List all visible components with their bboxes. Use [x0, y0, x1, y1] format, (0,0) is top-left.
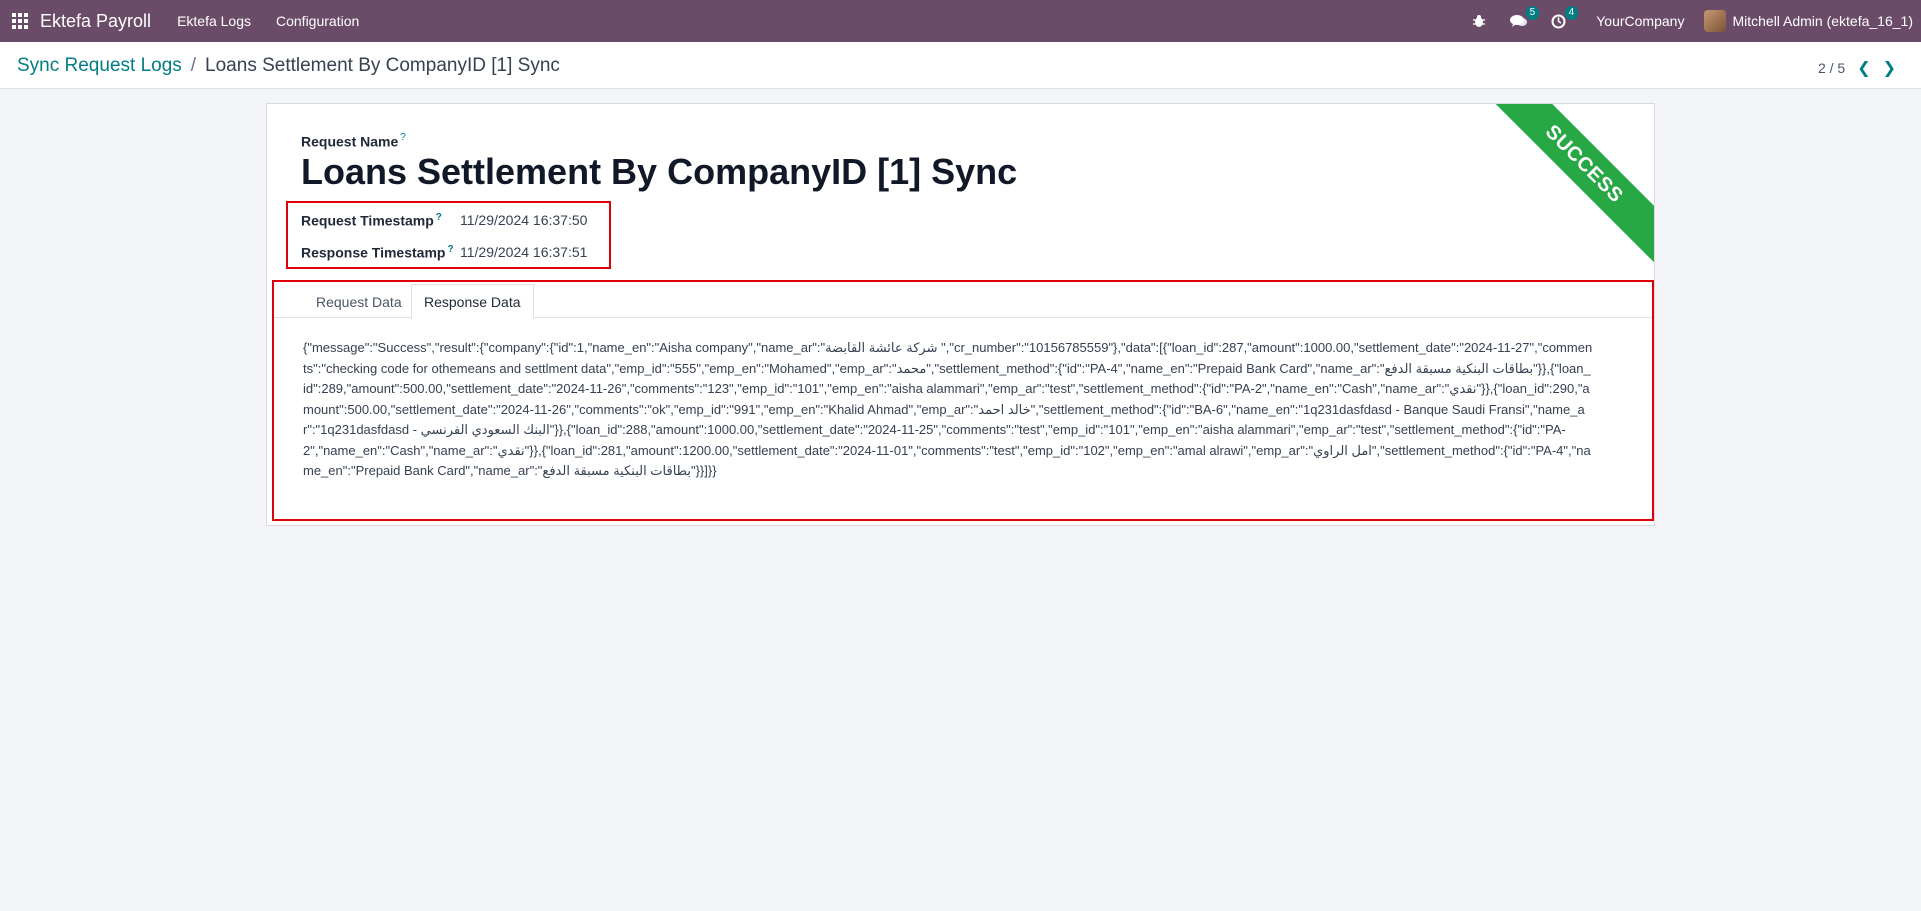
- top-navbar: Ektefa Payroll Ektefa Logs Configuration…: [0, 0, 1921, 42]
- record-title: Loans Settlement By CompanyID [1] Sync: [301, 151, 1018, 192]
- request-timestamp-row: Request Timestamp? 11/29/2024 16:37:50: [301, 212, 587, 229]
- request-timestamp-value: 11/29/2024 16:37:50: [460, 212, 588, 229]
- messages-badge: 5: [1525, 6, 1540, 20]
- menu-configuration[interactable]: Configuration: [276, 13, 359, 29]
- navbar-systray: 5 4 YourCompany Mitchell Admin (ektefa_1…: [1472, 0, 1921, 42]
- tab-request-data[interactable]: Request Data: [304, 284, 414, 319]
- help-tooltip-icon[interactable]: ?: [436, 212, 442, 223]
- pager-value[interactable]: 2 / 5: [1818, 60, 1845, 76]
- notebook-tabs: Request Data Response Data: [274, 282, 1652, 319]
- breadcrumb: Sync Request Logs / Loans Settlement By …: [17, 55, 560, 77]
- chat-bubbles-icon[interactable]: 5: [1510, 6, 1540, 28]
- request-timestamp-label: Request Timestamp?: [301, 212, 442, 229]
- user-menu[interactable]: Mitchell Admin (ektefa_16_1): [1732, 13, 1913, 29]
- breadcrumb-separator: /: [190, 55, 197, 76]
- response-data-text: {"message":"Success","result":{"company"…: [303, 340, 1593, 478]
- pager: 2 / 5 ❮ ❯: [1818, 58, 1896, 78]
- company-switcher[interactable]: YourCompany: [1596, 13, 1684, 29]
- breadcrumb-sync-request-logs[interactable]: Sync Request Logs: [17, 55, 182, 77]
- data-tabs-highlight: Request Data Response Data {"message":"S…: [272, 280, 1654, 521]
- menu-ektefa-logs[interactable]: Ektefa Logs: [177, 13, 251, 29]
- request-name-label: Request Name?: [301, 132, 406, 150]
- breadcrumb-current: Loans Settlement By CompanyID [1] Sync: [205, 55, 560, 76]
- bug-icon[interactable]: [1472, 14, 1486, 28]
- help-tooltip-icon[interactable]: ?: [447, 244, 453, 255]
- activities-badge: 4: [1564, 5, 1579, 20]
- response-timestamp-value: 11/29/2024 16:37:51: [460, 244, 588, 261]
- apps-grid-icon[interactable]: [0, 0, 40, 42]
- control-panel: Sync Request Logs / Loans Settlement By …: [0, 42, 1921, 89]
- help-tooltip-icon[interactable]: ?: [400, 132, 406, 143]
- chevron-right-icon[interactable]: ❯: [1883, 58, 1896, 78]
- clock-icon[interactable]: 4: [1551, 5, 1579, 29]
- timestamps-highlight: Request Timestamp? 11/29/2024 16:37:50 R…: [286, 201, 611, 269]
- form-sheet: SUCCESS Request Name? Loans Settlement B…: [266, 103, 1655, 526]
- response-timestamp-row: Response Timestamp? 11/29/2024 16:37:51: [301, 244, 587, 261]
- status-ribbon: SUCCESS: [1477, 104, 1654, 271]
- tab-response-data[interactable]: Response Data: [411, 284, 534, 319]
- chevron-left-icon[interactable]: ❮: [1857, 58, 1870, 78]
- app-brand[interactable]: Ektefa Payroll: [40, 11, 151, 32]
- response-timestamp-label: Response Timestamp?: [301, 244, 454, 261]
- avatar[interactable]: [1704, 10, 1727, 32]
